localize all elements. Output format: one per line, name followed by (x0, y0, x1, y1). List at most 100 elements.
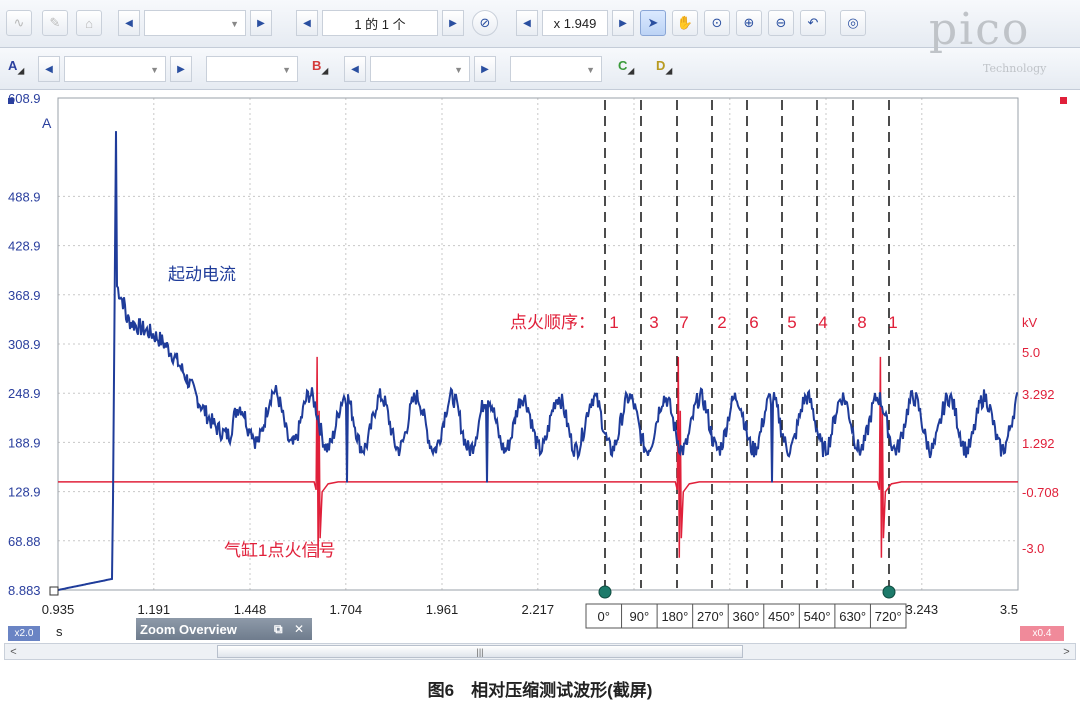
firing-order-cylinder: 1 (609, 313, 618, 332)
right-tick-label: 3.292 (1022, 387, 1055, 402)
x-tick-label: 1.961 (426, 602, 459, 617)
channel-toolbar: A◢ ◀ ▼ ▶ ▼ B◢ ◀ ▼ ▶ ▼ C◢ D◢ (0, 48, 1080, 90)
channel-c-label[interactable]: C◢ (618, 58, 634, 77)
right-axis-ticks: 5.0 3.292 1.292 -0.708 -3.0 (1022, 345, 1059, 556)
firing-order-cylinder: 5 (787, 313, 796, 332)
restore-icon[interactable]: ⧉ (274, 622, 283, 637)
pico-logo: pico Technology (929, 4, 1047, 75)
left-tick-label: 308.9 (8, 337, 41, 352)
channel-d-label[interactable]: D◢ (656, 58, 672, 77)
crank-angle-label: 270° (697, 609, 724, 624)
crank-angle-rulers (598, 100, 896, 599)
pencil-icon[interactable]: ✎ (42, 10, 68, 36)
x-tick-label: 1.448 (234, 602, 267, 617)
firing-order-label: 点火顺序： (510, 313, 595, 332)
home-icon[interactable]: ⌂ (76, 10, 102, 36)
left-tick-label: 188.9 (8, 435, 41, 450)
left-axis-unit: A (42, 115, 52, 131)
oscilloscope-plot[interactable]: 608.9488.9428.9368.9308.9248.9188.9128.9… (0, 90, 1080, 640)
left-axis-ticks: 608.9488.9428.9368.9308.9248.9188.9128.9… (8, 91, 41, 598)
right-axis-marker (1060, 97, 1067, 104)
crank-angle-table: 0° 90° 180° 270° 360° 450° 540° 630° 720° (585, 603, 907, 629)
plot-grid (57, 97, 1019, 591)
firing-order-cylinder: 6 (749, 313, 758, 332)
left-tick-label: 488.9 (8, 189, 41, 204)
x-tick-label: 0.935 (42, 602, 75, 617)
channel-b-next[interactable]: ▶ (474, 56, 496, 82)
channel-a-prev[interactable]: ◀ (38, 56, 60, 82)
ruler-handle (882, 585, 896, 599)
channel-a-next[interactable]: ▶ (170, 56, 192, 82)
annotation-labels: 起动电流气缸1点火信号 点火顺序： 1 3 7 2 6 5 4 8 1 (168, 265, 898, 560)
pointer-icon[interactable]: ➤ (640, 10, 666, 36)
right-tick-label: 1.292 (1022, 436, 1055, 451)
left-axis-marker (8, 98, 14, 104)
firing-order-cylinder: 8 (857, 313, 866, 332)
right-axis-unit: kV (1022, 315, 1038, 330)
ignition-label: 气缸1点火信号 (224, 540, 335, 560)
zoom-fit-icon[interactable]: ⊙ (704, 10, 730, 36)
channel-a-coupling[interactable]: ▼ (206, 56, 298, 82)
left-tick-label: 128.9 (8, 485, 41, 500)
crank-angle-label: 720° (875, 609, 902, 624)
crank-angle-label: 180° (661, 609, 688, 624)
channel-a-label[interactable]: A◢ (8, 58, 24, 77)
left-zoom-badge[interactable]: x2.0 (8, 626, 40, 641)
right-tick-label: -3.0 (1022, 541, 1044, 556)
horizontal-scrollbar[interactable]: < ||| > (4, 643, 1076, 660)
right-tick-label: -0.708 (1022, 485, 1059, 500)
left-tick-label: 248.9 (8, 386, 41, 401)
zoom-in-icon[interactable]: ⊕ (736, 10, 762, 36)
zoom-prev-button[interactable]: ◀ (516, 10, 538, 36)
page-indicator: 1 的 1 个 (322, 10, 438, 36)
prev-button[interactable]: ◀ (118, 10, 140, 36)
x-tick-label: 1.704 (330, 602, 363, 617)
right-tick-label: 5.0 (1022, 345, 1040, 360)
left-tick-label: 428.9 (8, 239, 41, 254)
ruler-handle (598, 585, 612, 599)
channel-b-range[interactable]: ▼ (370, 56, 470, 82)
channel-b-prev[interactable]: ◀ (344, 56, 366, 82)
next-button[interactable]: ▶ (250, 10, 272, 36)
zoom-overview-panel[interactable]: Zoom Overview ⧉ ✕ (136, 618, 312, 640)
zoom-factor: x 1.949 (542, 10, 608, 36)
firing-order-cylinder: 4 (818, 313, 827, 332)
zoom-100-icon[interactable]: ◎ (840, 10, 866, 36)
hand-icon[interactable]: ✋ (672, 10, 698, 36)
channel-a-range[interactable]: ▼ (64, 56, 166, 82)
zoom-out-icon[interactable]: ⊖ (768, 10, 794, 36)
x-tick-label: 3.243 (906, 602, 939, 617)
crank-angle-label: 360° (733, 609, 760, 624)
zoom-next-button[interactable]: ▶ (612, 10, 634, 36)
left-tick-label: 68.88 (8, 534, 41, 549)
x-tick-label: 3.5 (1000, 602, 1018, 617)
left-tick-label: 8.883 (8, 583, 41, 598)
channel-b-label[interactable]: B◢ (312, 58, 328, 77)
x-tick-label: 1.191 (138, 602, 171, 617)
scope-icon[interactable]: ∿ (6, 10, 32, 36)
firing-order-cylinder: 2 (717, 313, 726, 332)
crank-angle-label: 540° (804, 609, 831, 624)
close-icon[interactable]: ✕ (294, 622, 304, 636)
prev-capture-button[interactable]: ◀ (296, 10, 318, 36)
left-tick-label: 368.9 (8, 288, 41, 303)
firing-order-cylinder: 1 (888, 313, 897, 332)
channel-b-coupling[interactable]: ▼ (510, 56, 602, 82)
firing-order-cylinder: 3 (649, 313, 658, 332)
scroll-right-icon[interactable]: > (1058, 644, 1075, 659)
undo-icon[interactable]: ↶ (800, 10, 826, 36)
crank-angle-label: 0° (598, 609, 610, 624)
right-zoom-badge[interactable]: x0.4 (1020, 626, 1064, 641)
x-axis-unit: s (56, 624, 63, 639)
compass-icon[interactable]: ⊘ (472, 10, 498, 36)
timebase-combo[interactable]: ▼ (144, 10, 246, 36)
next-capture-button[interactable]: ▶ (442, 10, 464, 36)
main-toolbar: ∿ ✎ ⌂ ◀ ▼ ▶ ◀ 1 的 1 个 ▶ ⊘ ◀ x 1.949 ▶ ➤ … (0, 0, 1080, 48)
scrollbar-thumb[interactable]: ||| (217, 645, 743, 658)
crank-angle-label: 450° (768, 609, 795, 624)
figure-caption: 图6 相对压缩测试波形(截屏) (427, 681, 653, 700)
ignition-signal-trace (58, 356, 1018, 558)
trigger-marker (49, 586, 59, 596)
scroll-left-icon[interactable]: < (5, 644, 22, 659)
crank-angle-label: 90° (629, 609, 649, 624)
